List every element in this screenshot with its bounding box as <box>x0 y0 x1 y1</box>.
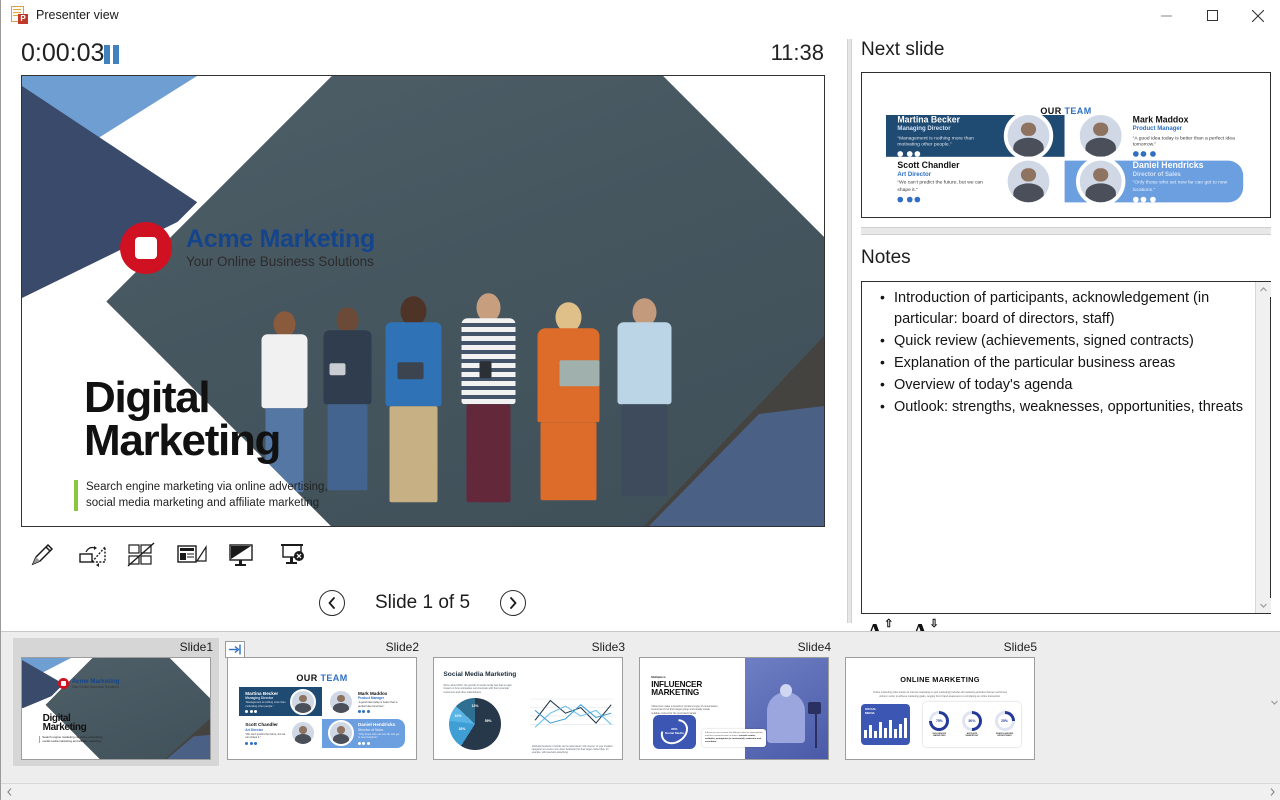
slide-subtitle: Search engine marketing via online adver… <box>74 480 328 512</box>
donut-chart: 25% SEARCH ENGINE ADVERTISING <box>994 711 1015 738</box>
filmstrip-item-slide1[interactable]: Slide1 Acme Marketing Your Online Busine… <box>13 638 219 766</box>
subtitle-accent-bar <box>74 480 78 512</box>
team-slide-title: OUR TEAM <box>1040 105 1092 116</box>
pause-icon[interactable] <box>104 45 124 65</box>
slide-thumbnail[interactable]: OUR TEAM Martina Becker Managing Directo… <box>227 657 417 760</box>
social-media-card: SOCIAL MEDIA <box>861 704 910 745</box>
slide-title-line2: Marketing <box>84 416 281 466</box>
scroll-right-icon[interactable] <box>1264 784 1280 800</box>
next-slide-canvas: OUR TEAM Martina Becker Managing Directo… <box>862 73 1270 217</box>
slide-subtitle-line2: social media marketing and affiliate mar… <box>86 496 320 509</box>
notes-list: Introduction of participants, acknowledg… <box>880 287 1252 419</box>
scroll-up-icon[interactable] <box>1256 282 1271 297</box>
previous-slide-button[interactable] <box>318 590 345 616</box>
presentation-timer: 0:00:03 <box>21 39 105 67</box>
title-bar: P Presenter view <box>1 0 1280 31</box>
slide-thumb-label: Slide2 <box>385 640 419 654</box>
slide-thumb-label: Slide5 <box>1003 640 1037 654</box>
acme-logo-mark <box>120 222 172 274</box>
end-show-icon[interactable] <box>275 539 309 571</box>
team-card: Daniel Hendricks Director of Sales “Only… <box>1064 156 1244 206</box>
filmstrip-item-slide4[interactable]: Slide4 Multipliers: INFLUENCER MARKETING… <box>631 638 837 766</box>
note-item: Introduction of participants, acknowledg… <box>880 287 1252 330</box>
donut-chart: 50% AFFILIATE MARKETING <box>961 711 982 738</box>
zoom-slide-icon[interactable] <box>125 539 159 571</box>
slide-canvas: Acme Marketing Your Online Business Solu… <box>22 76 824 526</box>
logo-tagline: Your Online Business Solutions <box>186 253 374 269</box>
pane-splitter-horizontal[interactable] <box>861 227 1271 235</box>
powerpoint-icon: P <box>10 6 28 24</box>
next-slide-button[interactable] <box>500 590 527 616</box>
minimize-icon[interactable] <box>1143 0 1189 31</box>
pane-splitter-vertical[interactable] <box>844 31 856 631</box>
slide-subtitle-line1: Search engine marketing via online adver… <box>86 481 328 493</box>
team-card: Martina Becker Managing Director “Manage… <box>886 111 1065 161</box>
window-title: Presenter view <box>36 8 119 22</box>
presenter-view-window: P Presenter view 0:00:03 11:38 Acme Mark… <box>0 0 1280 800</box>
close-icon[interactable] <box>1235 0 1280 31</box>
slide-thumb-label: Slide1 <box>179 640 213 654</box>
line-chart <box>529 699 615 728</box>
filmstrip-item-slide5[interactable]: Slide5 ONLINE MARKETING Online marketing… <box>837 638 1043 766</box>
down-arrow-icon: ⇩ <box>929 618 939 630</box>
slide-thumbnail[interactable]: Multipliers: INFLUENCER MARKETING Influe… <box>639 657 829 760</box>
black-screen-icon[interactable] <box>225 539 259 571</box>
presenter-tools <box>25 539 309 571</box>
up-arrow-icon: ⇧ <box>884 618 894 630</box>
next-slide-heading: Next slide <box>861 39 945 60</box>
presenter-left-pane: 0:00:03 11:38 Acme Marketing Your Online… <box>1 31 844 631</box>
slide-title: Digital Marketing <box>84 373 281 466</box>
pen-tool-icon[interactable] <box>25 539 59 571</box>
scroll-down-icon[interactable] <box>1256 598 1271 613</box>
slide-thumb-label: Slide3 <box>591 640 625 654</box>
slide-counter: Slide 1 of 5 <box>374 592 471 613</box>
slide-thumb-label: Slide4 <box>797 640 831 654</box>
team-card: Scott Chandler Art Director “We can't pr… <box>886 156 1065 206</box>
presenter-right-pane: Next slide OUR TEAM Martina Becker Manag… <box>856 31 1280 645</box>
slide-thumbnail[interactable]: ONLINE MARKETING Online marketing (also … <box>845 657 1035 760</box>
notes-heading: Notes <box>861 247 911 268</box>
notes-scrollbar[interactable] <box>1255 282 1271 613</box>
filmstrip-item-slide3[interactable]: Slide3 Social Media Marketing Since abou… <box>425 638 631 766</box>
current-clock: 11:38 <box>770 40 824 65</box>
scroll-left-icon[interactable] <box>1 784 18 800</box>
note-item: Quick review (achievements, signed contr… <box>880 330 1252 352</box>
maximize-icon[interactable] <box>1189 0 1235 31</box>
window-controls <box>1143 0 1280 31</box>
subtitles-icon[interactable] <box>175 539 209 571</box>
team-card: Mark Maddox Product Manager “A good idea… <box>1064 111 1244 161</box>
donut-chart-group: 75% INFLUENCER MARKETING 50% AFFILIATE MAR… <box>923 702 1021 747</box>
note-item: Explanation of the particular business a… <box>880 352 1252 374</box>
slide-logo: Acme Marketing Your Online Business Solu… <box>120 222 375 274</box>
filmstrip-vertical-scrollbar[interactable] <box>1266 632 1280 784</box>
donut-chart: 75% INFLUENCER MARKETING <box>929 711 950 738</box>
slide-thumbnail[interactable]: Acme Marketing Your Online Business Solu… <box>21 657 211 760</box>
slide-navigation: Slide 1 of 5 <box>1 579 844 627</box>
filmstrip-item-slide2[interactable]: Slide2 OUR TEAM Martina Becker Managing … <box>219 638 425 766</box>
notes-panel[interactable]: Introduction of participants, acknowledg… <box>861 281 1271 614</box>
social-media-badge: 86% Social Media <box>653 713 697 750</box>
note-item: Overview of today's agenda <box>880 374 1252 396</box>
next-slide-preview[interactable]: OUR TEAM Martina Becker Managing Directo… <box>861 72 1271 218</box>
slide-thumbnail[interactable]: Social Media Marketing Since about 2010,… <box>433 657 623 760</box>
slide-title-line1: Digital <box>84 373 211 422</box>
note-item: Outlook: strengths, weaknesses, opportun… <box>880 396 1252 418</box>
bar-chart <box>863 717 907 739</box>
logo-company-name: Acme Marketing <box>186 224 375 253</box>
timer-row: 0:00:03 11:38 <box>1 31 844 75</box>
filmstrip-horizontal-scrollbar[interactable] <box>1 783 1280 800</box>
pointer-options-icon[interactable] <box>75 539 109 571</box>
slide-filmstrip: Slide1 Acme Marketing Your Online Busine… <box>1 631 1280 800</box>
current-slide-view[interactable]: Acme Marketing Your Online Business Solu… <box>21 75 825 527</box>
